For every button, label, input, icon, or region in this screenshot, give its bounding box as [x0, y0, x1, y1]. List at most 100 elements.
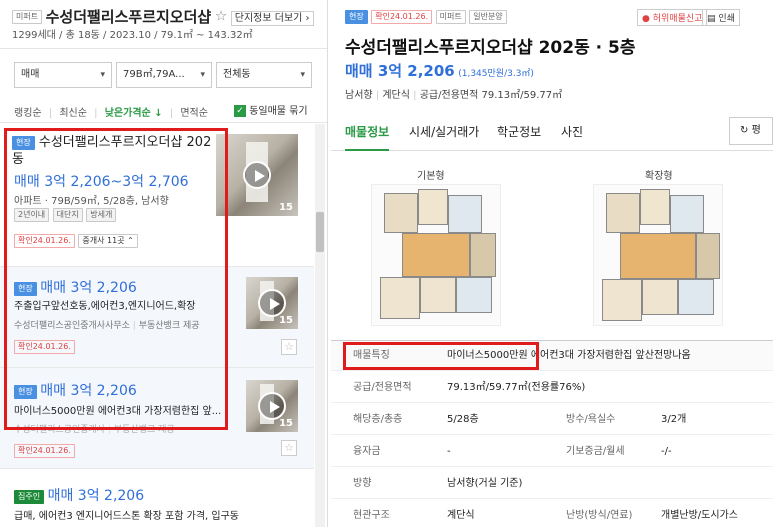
sort-recent[interactable]: 최신순 — [59, 108, 87, 119]
listing-photo[interactable]: 15 — [246, 277, 298, 329]
report-button[interactable]: ● 허위매물신고 — [637, 9, 708, 26]
complex-detail-link[interactable]: 단지정보 더보기 › — [230, 11, 314, 26]
listing-title: 수성더팰리스푸르지오더샵 202 — [38, 135, 212, 150]
siren-icon: ● — [642, 14, 650, 24]
detail-row-feature: 매물특징 마이너스5000만원 에어컨3대 가장저렴한집 앞산전망나옴 — [331, 341, 773, 371]
tab-bar: 매물정보 시세/실거래가 학군정보 사진 ↻ 평 — [331, 113, 773, 151]
row-key: 매물특징 — [353, 350, 390, 361]
listing-item[interactable]: 현장 매매 3억 2,206 주출입구앞선호동,에어컨3,엔지니어드,확장 수성… — [0, 267, 314, 367]
area-select[interactable]: 79B㎡,79A... — [116, 62, 212, 88]
feature-chip: 대단지 — [52, 208, 83, 222]
listing-price: 매매 3억 2,206~3억 2,706 — [14, 174, 189, 190]
agency-name: 수성더팰리스공인중개사 — [14, 425, 106, 435]
detail-row-loan: 융자금 - 기보증금/월세 -/- — [331, 437, 773, 467]
scrollbar-thumb[interactable] — [316, 212, 324, 252]
fact-area: 공급/전용면적 79.13㎡/59.77㎡ — [419, 90, 563, 101]
scrollbar-track[interactable] — [315, 124, 325, 527]
detail-row-entrance: 현관구조 계단식 난방(방식/연료) 개별난방/도시가스 — [331, 501, 773, 527]
onsite-tag: 현장 — [345, 10, 368, 24]
sort-bar: 랭킹순 | 최신순 | 낮은가격순 ↓ | 면적순 — [14, 108, 208, 119]
row-key: 방수/욕실수 — [566, 414, 616, 425]
floorplan-basic[interactable] — [371, 184, 501, 326]
feature-chip: 2년이내 — [14, 208, 50, 222]
print-button[interactable]: ▤ 인쇄 — [702, 9, 740, 26]
listing-desc: 급매, 에어컨3 엔지니어드스톤 확장 포함 가격, 입구동 — [14, 511, 239, 522]
listing-title: 수성더팰리스푸르지오더샵 202동 · 5층 — [345, 38, 636, 58]
floorplan-extended[interactable] — [593, 184, 723, 326]
dong-select[interactable]: 전체동 — [216, 62, 312, 88]
property-type-tag: 미퍼트 — [435, 10, 466, 24]
tab-listing-info[interactable]: 매물정보 — [345, 123, 390, 151]
row-key: 방향 — [353, 478, 372, 489]
price-per-area: (1,345만원/3.3㎡) — [458, 69, 534, 79]
same-listing-toggle[interactable]: ✓ 동일매물 묶기 — [234, 102, 308, 117]
tab-school-info[interactable]: 학군정보 — [497, 123, 541, 140]
tab-photos[interactable]: 사진 — [561, 123, 583, 140]
favorite-star-icon[interactable]: ☆ — [215, 9, 228, 25]
row-value: 79.13㎡/59.77㎡(전용률76%) — [447, 382, 586, 393]
complex-meta: 1299세대 / 총 18동 / 2023.10 / 79.1㎡ ~ 143.3… — [12, 30, 253, 41]
listing-info: 아파트 · 79B/59㎡, 5/28층, 남서향 — [14, 196, 169, 207]
confirmed-date-tag: 확인24.01.26. — [14, 444, 75, 458]
row-value: -/- — [661, 446, 672, 457]
broker-count-button[interactable]: 중개사 11곳 ⌃ — [78, 234, 138, 248]
play-video-icon[interactable] — [258, 392, 286, 420]
detail-row-area: 공급/전용면적 79.13㎡/59.77㎡(전용률76%) — [331, 373, 773, 403]
divider — [0, 122, 327, 123]
listing-title-cont: 동 — [12, 152, 24, 167]
floorplan-label: 확장형 — [645, 171, 673, 182]
play-video-icon[interactable] — [258, 289, 286, 317]
listing-panel: 미퍼트 수성더팰리스푸르지오더샵 ☆ 단지정보 더보기 › 1299세대 / 총… — [0, 0, 328, 527]
feature-chip: 방세개 — [86, 208, 117, 222]
row-key: 융자금 — [353, 446, 381, 457]
onsite-tag: 현장 — [14, 282, 37, 296]
complex-header: 미퍼트 수성더팰리스푸르지오더샵 ☆ 단지정보 더보기 › — [12, 6, 314, 27]
complex-type-tag: 미퍼트 — [12, 9, 43, 24]
listing-price: 매매 3억 2,206 — [47, 488, 145, 504]
detail-row-floor: 해당층/총층 5/28층 방수/욕실수 3/2개 — [331, 405, 773, 435]
sort-low-price[interactable]: 낮은가격순 ↓ — [105, 108, 163, 119]
fact-entrance: 계단식 — [382, 90, 410, 101]
confirmed-date-tag: 확인24.01.26. — [371, 10, 433, 24]
agency-name: 수성더팰리스공인중개사사무소 — [14, 321, 130, 331]
row-value: 3/2개 — [661, 414, 687, 425]
listing-item[interactable]: 집주인 매매 3억 2,206 급매, 에어컨3 엔지니어드스톤 확장 포함 가… — [0, 469, 314, 527]
complex-title[interactable]: 수성더팰리스푸르지오더샵 — [46, 8, 212, 26]
listing-price: 매매 3억 2,206 — [40, 280, 137, 296]
same-listing-label: 동일매물 묶기 — [249, 106, 308, 117]
checkbox-checked-icon[interactable]: ✓ — [234, 105, 246, 117]
row-value: - — [447, 446, 451, 457]
floorplan-label: 기본형 — [417, 171, 445, 182]
sort-rank[interactable]: 랭킹순 — [14, 108, 42, 119]
listing-photo[interactable]: 15 — [216, 134, 298, 216]
listing-price: 매매 3억 2,206 — [345, 62, 455, 80]
row-key: 현관구조 — [353, 510, 390, 521]
favorite-star-icon[interactable]: ☆ — [281, 440, 297, 456]
divider — [0, 48, 327, 49]
listing-photo[interactable]: 15 — [246, 380, 298, 432]
photo-count: 15 — [279, 202, 293, 213]
favorite-star-icon[interactable]: ☆ — [281, 339, 297, 355]
provider-name: 부동산뱅크 제공 — [113, 425, 175, 435]
provider-name: 부동산뱅크 제공 — [138, 321, 200, 331]
row-value: 계단식 — [447, 510, 475, 521]
row-value: 개별난방/도시가스 — [661, 510, 738, 521]
area-unit-toggle[interactable]: ↻ 평 — [729, 117, 773, 145]
row-key: 해당층/총층 — [353, 414, 403, 425]
listing-item[interactable]: 현장 매매 3억 2,206 마이너스5000만원 에어컨3대 가장저렴한집 앞… — [0, 368, 314, 468]
listing-desc: 마이너스5000만원 에어컨3대 가장저렴한집 앞... — [14, 406, 222, 417]
listing-item[interactable]: 현장 수성더팰리스푸르지오더샵 202 동 매매 3억 2,206~3억 2,7… — [0, 124, 314, 266]
photo-count: 15 — [279, 315, 293, 326]
sort-area[interactable]: 면적순 — [180, 108, 208, 119]
row-key: 기보증금/월세 — [566, 446, 625, 457]
tab-price-history[interactable]: 시세/실거래가 — [409, 123, 479, 140]
refresh-icon: ↻ — [740, 125, 749, 136]
confirmed-date-tag: 확인24.01.26. — [14, 234, 75, 248]
sale-type-tag: 일반분양 — [469, 10, 507, 24]
owner-tag: 집주인 — [14, 490, 45, 504]
play-video-icon[interactable] — [243, 161, 271, 189]
confirmed-date-tag: 확인24.01.26. — [14, 340, 75, 354]
deal-type-select[interactable]: 매매 — [14, 62, 112, 88]
row-value: 마이너스5000만원 에어컨3대 가장저렴한집 앞산전망나옴 — [447, 350, 691, 361]
detail-panel: 현장 확인24.01.26. 미퍼트 일반분양 ● 허위매물신고 ▤ 인쇄 수성… — [331, 0, 773, 527]
